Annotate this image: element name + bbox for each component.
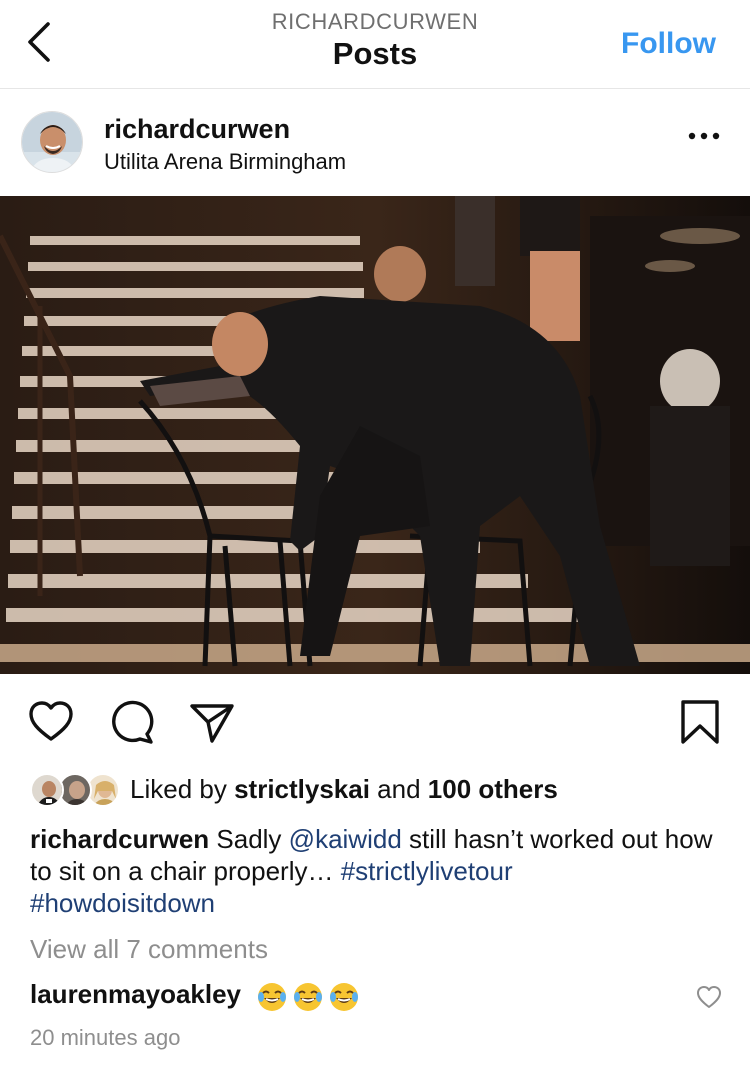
face-with-tears-of-joy-icon xyxy=(292,981,324,1013)
caption-text: Sadly xyxy=(209,824,289,854)
avatar[interactable] xyxy=(21,111,83,173)
comment-like-button[interactable] xyxy=(696,984,722,1010)
mention-link[interactable]: @kaiwidd xyxy=(289,824,402,854)
post-timestamp: 20 minutes ago xyxy=(30,1025,181,1050)
first-liker-link[interactable]: strictlyskai xyxy=(234,774,370,804)
action-bar xyxy=(0,690,750,754)
likes-prefix: Liked by xyxy=(130,774,235,804)
likes-summary: Liked by strictlyskai and 100 others xyxy=(30,770,730,810)
face-with-tears-of-joy-icon xyxy=(256,981,288,1013)
heart-icon xyxy=(29,701,73,741)
post-caption: richardcurwen Sadly @kaiwidd still hasn’… xyxy=(30,823,720,919)
like-button[interactable] xyxy=(27,698,75,746)
follow-button[interactable]: Follow xyxy=(621,27,716,61)
post-username[interactable]: richardcurwen xyxy=(104,114,290,145)
bookmark-icon xyxy=(681,700,719,744)
comment-button[interactable] xyxy=(108,698,156,746)
liker-avatar[interactable] xyxy=(30,773,64,807)
comment-username[interactable]: laurenmayoakley xyxy=(30,979,241,1009)
send-icon xyxy=(190,704,234,743)
hashtag-link[interactable]: #strictlylivetour xyxy=(341,856,513,886)
likes-middle: and xyxy=(369,774,428,804)
share-button[interactable] xyxy=(188,698,236,746)
heart-outline-icon xyxy=(697,986,721,1008)
more-options-button[interactable] xyxy=(688,130,720,142)
post-location[interactable]: Utilita Arena Birmingham xyxy=(104,149,346,175)
caption-username[interactable]: richardcurwen xyxy=(30,824,209,854)
face-with-tears-of-joy-icon xyxy=(328,981,360,1013)
comment-emojis xyxy=(256,980,364,1013)
comment-row: laurenmayoakley xyxy=(30,979,364,1013)
top-bar: RICHARDCURWEN Posts Follow xyxy=(0,0,750,89)
post-photo[interactable] xyxy=(0,196,750,674)
comment-icon xyxy=(112,700,154,744)
post-header: richardcurwen Utilita Arena Birmingham xyxy=(0,90,750,196)
save-button[interactable] xyxy=(676,698,724,746)
likes-text[interactable]: Liked by strictlyskai and 100 others xyxy=(130,774,558,805)
more-horizontal-icon xyxy=(688,132,720,140)
others-count-link[interactable]: 100 others xyxy=(428,774,558,804)
view-all-comments-link[interactable]: View all 7 comments xyxy=(30,934,268,965)
hashtag-link[interactable]: #howdoisitdown xyxy=(30,888,215,918)
